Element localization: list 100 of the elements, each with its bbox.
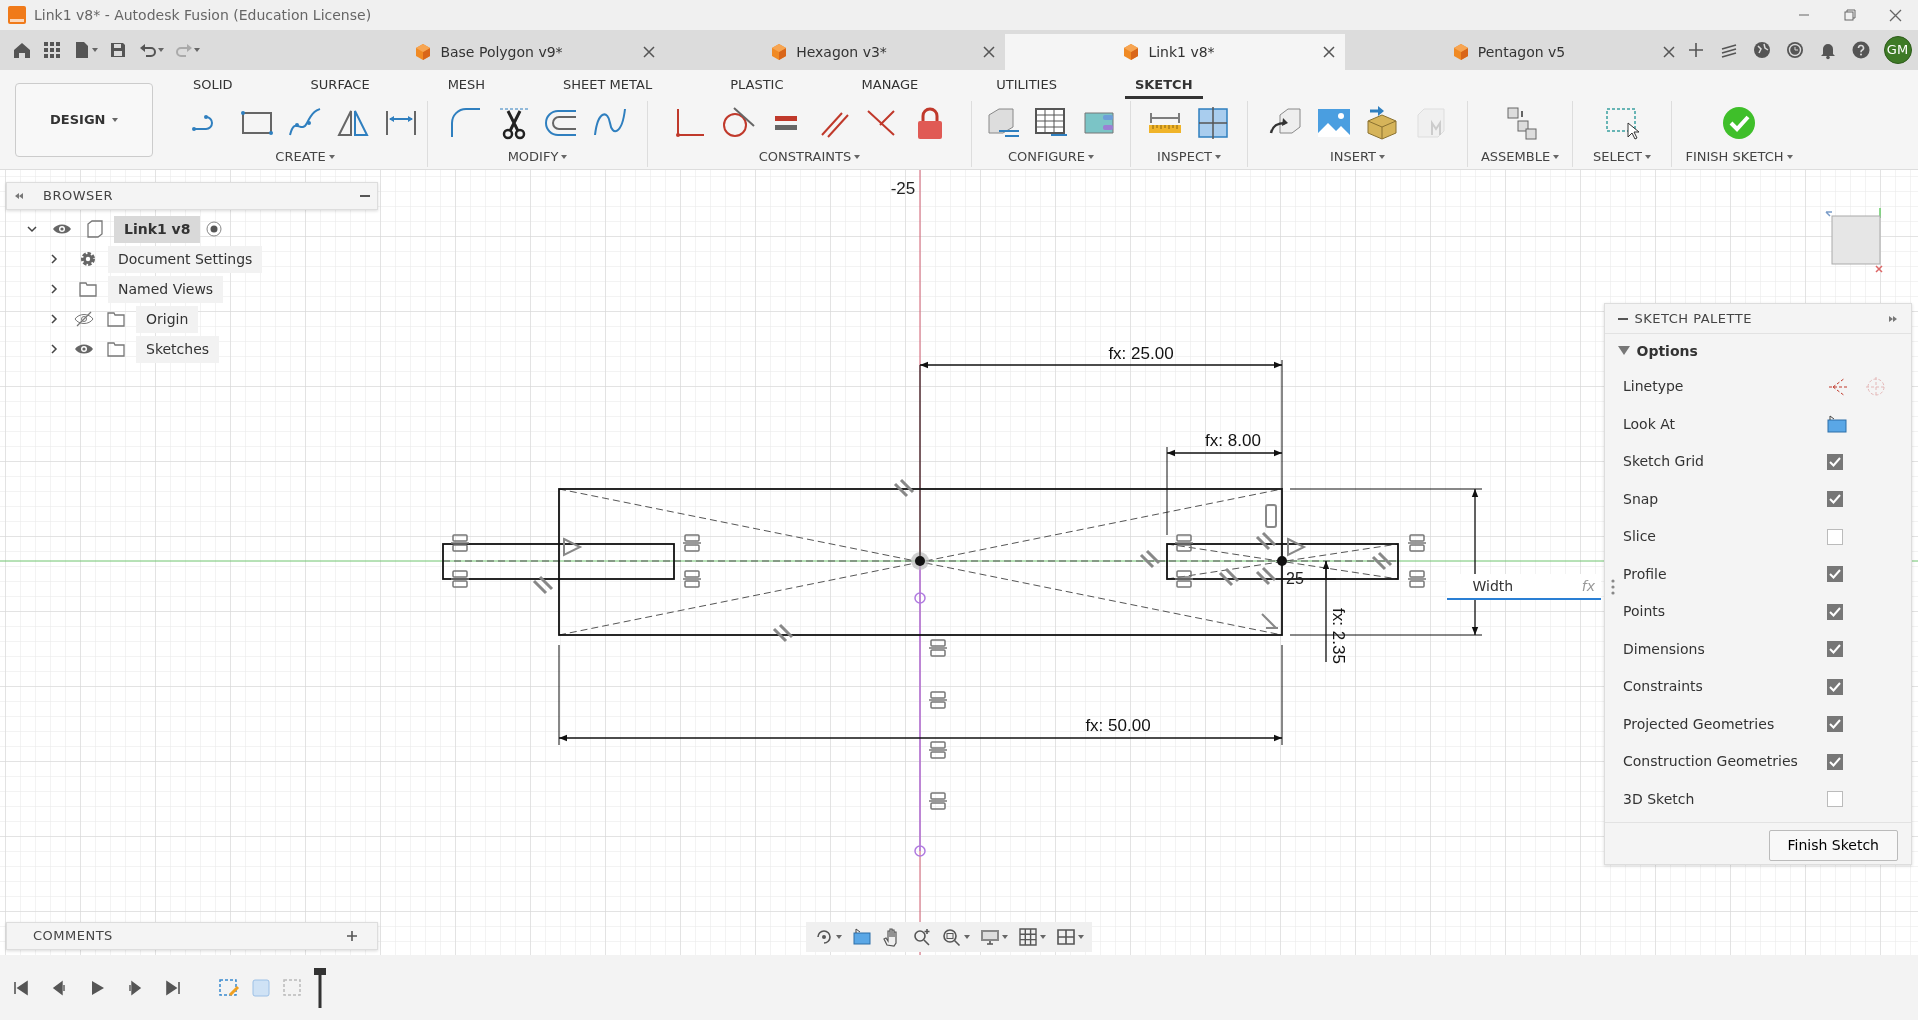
checkbox[interactable] [1827,753,1843,770]
finish-sketch-button[interactable]: Finish Sketch [1768,829,1898,861]
dimension-label[interactable]: fx: 50.00 [1085,716,1151,735]
timeline-marker-icon[interactable] [314,967,326,1008]
checkmark-icon [1829,755,1841,768]
chevron-icon[interactable] [48,343,60,355]
globe-icon[interactable] [1751,40,1772,60]
checkbox[interactable] [1827,641,1843,658]
folder-icon [106,309,126,329]
zoom-icon[interactable] [912,927,932,947]
workspace-dropdown[interactable]: DESIGN [15,83,153,157]
document-tab[interactable]: Pentagon v5 [1344,34,1685,70]
parallel-constraint-icon [772,623,794,643]
parallel-constraint-icon [1371,551,1393,571]
folder-icon [78,279,98,299]
document-tab[interactable]: Link1 v8* [1004,34,1345,70]
ribbon-tab[interactable]: MESH [437,73,496,99]
drag-handle-icon[interactable] [1610,578,1616,596]
chevron-icon[interactable] [26,223,38,235]
sketch-point [1277,556,1287,566]
part-cube-icon [1122,43,1141,61]
coincident-constraint-icon [1174,534,1194,552]
ribbon-tab[interactable]: SURFACE [300,73,380,99]
plus-icon[interactable] [345,930,358,942]
dimension-label[interactable]: fx: 25.00 [1108,344,1174,363]
disclosure-triangle-icon[interactable] [1618,346,1630,356]
coincident-constraint-icon [682,570,702,588]
ribbon-tab[interactable]: SKETCH [1124,73,1203,99]
checkbox[interactable] [1827,528,1843,545]
ribbon-tab[interactable]: MANAGE [851,73,929,99]
checkbox[interactable] [1827,716,1843,733]
equal-constraint-icon [1265,504,1277,528]
part-cube-icon [770,43,789,61]
tool-group-dropdown[interactable]: CREATE [273,147,337,167]
checkbox[interactable] [1827,491,1843,508]
tree-item[interactable]: Link1 v8 [114,215,201,243]
close-icon[interactable] [1662,46,1675,58]
dimension-label[interactable]: fx: 2.35 [1329,608,1348,664]
ribbon-tab[interactable]: SOLID [183,73,243,99]
ribbon-tab[interactable]: UTILITIES [986,73,1067,99]
tool-group-dropdown[interactable]: CONFIGURE [1005,147,1097,167]
app-logo-icon [8,6,26,24]
step-back-icon[interactable] [50,978,68,997]
ribbon-tab[interactable]: PLASTIC [720,73,794,99]
caret-icon [1002,935,1008,939]
tool-group-dropdown[interactable]: ASSEMBLE [1478,147,1562,167]
document-tab[interactable]: Hexagon v3* [664,34,1005,70]
tool-group-dropdown[interactable]: INSERT [1327,147,1388,167]
checkbox[interactable] [1827,678,1843,695]
dimension-input-field[interactable]: Width fx [1447,574,1601,600]
tool-group-dropdown[interactable]: INSPECT [1155,147,1223,167]
apps-grid-icon[interactable] [41,40,62,60]
clock-icon[interactable] [1784,40,1805,60]
tree-item[interactable]: Origin [136,305,199,333]
look-at-icon[interactable] [1827,414,1847,435]
selection-box-icon[interactable] [1604,105,1640,141]
ribbon-tab[interactable]: SHEET METAL [553,73,663,99]
caret-icon [1040,935,1046,939]
tool-group-dropdown[interactable]: MODIFY [505,147,570,167]
tab-label: Link1 v8* [1148,42,1215,62]
look-at-icon[interactable] [852,927,872,947]
chevron-icon[interactable] [48,253,60,265]
section-analysis-icon[interactable] [1195,105,1231,141]
tool-group-dropdown[interactable]: SELECT [1591,147,1653,167]
tree-item[interactable]: Named Views [108,275,224,303]
chevron-icon[interactable] [48,283,60,295]
collapse-icon[interactable] [13,191,24,201]
close-icon[interactable] [642,46,655,58]
checkbox[interactable] [1827,603,1843,620]
hidden-eye-icon[interactable] [74,310,94,328]
caret-icon [854,154,861,159]
user-avatar[interactable]: GM [1883,36,1912,64]
tool-group-dropdown[interactable]: FINISH SKETCH [1683,147,1795,167]
option-label: Slice [1623,527,1657,547]
skip-to-end-icon[interactable] [164,978,182,997]
home-icon[interactable] [11,40,32,60]
tree-item[interactable]: Sketches [136,335,220,363]
check-circle-icon[interactable] [1721,105,1757,141]
dimension-label[interactable]: fx: 8.00 [1205,431,1261,450]
checkbox[interactable] [1827,453,1843,470]
document-tab[interactable]: Base Polygon v9* [324,34,665,70]
checkbox[interactable] [1827,791,1843,808]
option-label: Snap [1623,489,1660,509]
activate-radio-icon[interactable] [206,221,223,237]
chevron-icon[interactable] [48,313,60,325]
grid-icon[interactable] [1018,927,1038,947]
zoom-window-icon[interactable] [942,927,962,947]
close-icon[interactable] [1322,46,1335,58]
checkbox[interactable] [1827,566,1843,583]
expand-icon[interactable] [1888,313,1898,324]
viewports-icon[interactable] [1056,927,1076,947]
tree-item[interactable]: Document Settings [108,245,263,273]
help-icon[interactable] [1850,40,1871,60]
close-icon[interactable] [982,46,995,58]
checkmark-icon [1829,680,1841,693]
skip-to-start-icon[interactable] [12,978,30,997]
orbit-icon[interactable] [814,927,834,947]
display-icon[interactable] [980,927,1000,947]
tool-group-dropdown[interactable]: CONSTRAINTS [756,147,863,167]
folder-icon [106,339,126,359]
